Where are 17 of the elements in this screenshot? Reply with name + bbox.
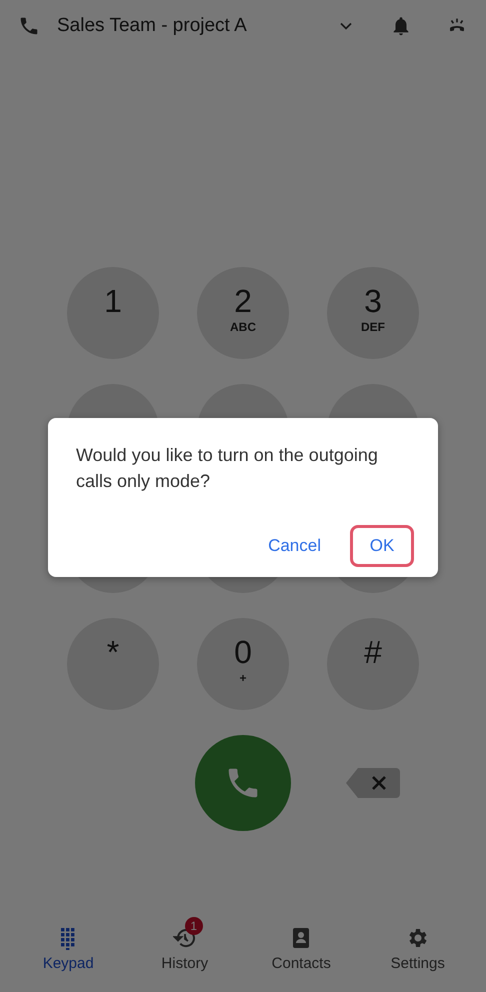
team-title: Sales Team - project A — [57, 15, 248, 37]
count-badge: 1 — [184, 917, 203, 935]
dial-key[interactable]: 3 DEF — [327, 267, 419, 359]
backspace-button[interactable] — [346, 768, 400, 798]
dial-key[interactable]: 0 + — [197, 618, 289, 710]
nav-tab[interactable]: Keypad — [23, 916, 114, 986]
dial-key[interactable]: 1 — [67, 267, 159, 359]
dialog-button[interactable]: Cancel — [253, 525, 336, 567]
dialog-button[interactable]: OK — [350, 525, 414, 567]
dial-key[interactable]: # — [327, 618, 419, 710]
nav-tab[interactable]: 1 History — [140, 916, 230, 986]
dial-key[interactable]: * — [67, 618, 159, 710]
nav-tab[interactable]: Contacts — [256, 916, 346, 986]
dialog-message: Would you like to turn on the outgoing calls only mode? — [76, 444, 379, 493]
dial-key[interactable]: 2 ABC — [197, 267, 289, 359]
nav-tab[interactable]: Settings — [372, 916, 463, 986]
phone-icon — [18, 15, 40, 37]
